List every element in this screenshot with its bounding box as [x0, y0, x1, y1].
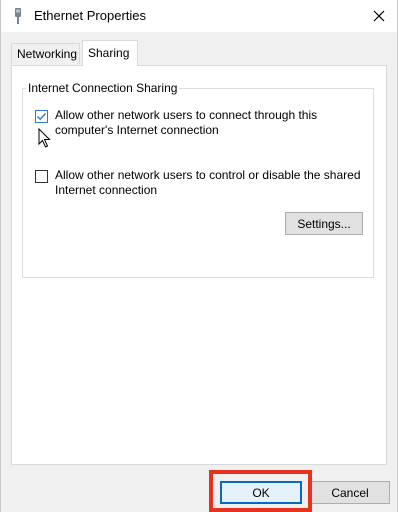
- ethernet-properties-dialog: Ethernet Properties Networking Sharing I…: [0, 0, 398, 512]
- allow-control-label[interactable]: Allow other network users to control or …: [55, 168, 365, 198]
- settings-button[interactable]: Settings...: [285, 212, 363, 235]
- cancel-button[interactable]: Cancel: [310, 481, 390, 504]
- allow-connect-label[interactable]: Allow other network users to connect thr…: [55, 108, 365, 138]
- tab-networking[interactable]: Networking: [11, 43, 80, 64]
- ethernet-adapter-icon: [13, 8, 23, 24]
- allow-control-checkbox[interactable]: [35, 170, 48, 183]
- close-button[interactable]: [361, 0, 397, 32]
- title-bar: Ethernet Properties: [1, 0, 397, 32]
- allow-connect-checkbox[interactable]: [35, 110, 48, 123]
- ok-button[interactable]: OK: [220, 481, 302, 504]
- allow-connect-option: Allow other network users to connect thr…: [35, 108, 365, 138]
- mouse-cursor-icon: [38, 128, 51, 148]
- group-title: Internet Connection Sharing: [26, 81, 180, 95]
- checkmark-icon: [37, 113, 47, 121]
- close-icon: [373, 10, 385, 22]
- sharing-tab-panel: Internet Connection Sharing Allow other …: [11, 65, 387, 465]
- tab-sharing[interactable]: Sharing: [82, 40, 138, 66]
- window-title: Ethernet Properties: [34, 8, 147, 23]
- allow-control-option: Allow other network users to control or …: [35, 168, 365, 198]
